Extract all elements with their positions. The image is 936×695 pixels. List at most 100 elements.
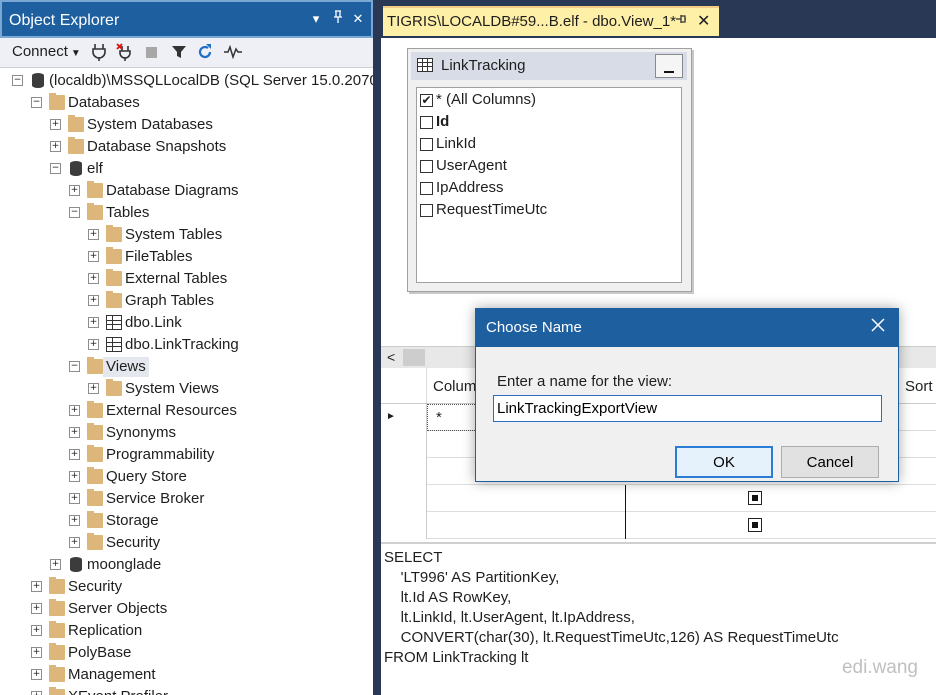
expand-icon[interactable]: + [50,559,61,570]
disconnect-icon[interactable] [114,41,136,63]
filter-icon[interactable] [168,41,190,63]
table-name: LinkTracking [441,57,526,74]
expand-icon[interactable]: + [50,119,61,130]
tab-view-designer[interactable]: TIGRIS\LOCALDB#59...B.elf - dbo.View_1* … [383,6,719,36]
object-explorer-toolbar: Connect ▼ [0,38,373,68]
ok-button[interactable]: OK [675,446,773,478]
row-selector[interactable] [381,512,427,539]
column-checkbox[interactable] [420,160,433,173]
column-checkbox[interactable]: ✔ [420,94,433,107]
refresh-icon[interactable] [194,41,216,63]
column-name: UserAgent [436,157,507,174]
column-checkbox[interactable] [420,182,433,195]
expand-icon[interactable]: + [88,251,99,262]
scroll-thumb[interactable] [403,349,425,366]
column-checkbox[interactable] [420,116,433,129]
tree-node-label: FileTables [125,248,193,265]
dialog-close-icon[interactable] [868,315,888,338]
folder-icon [87,533,103,550]
tree-node-label: System Tables [125,226,223,243]
row-selector[interactable]: ► [381,404,427,431]
grid-row[interactable] [381,512,936,539]
expand-icon[interactable]: + [69,185,80,196]
object-explorer: Object Explorer ▾ ✕ Connect ▼ − (localdb)\… [0,0,373,695]
column-checkbox[interactable] [420,204,433,217]
output-checkbox[interactable] [748,491,762,505]
collapse-icon[interactable]: − [12,75,23,86]
expand-icon[interactable]: + [88,383,99,394]
tab-close-icon[interactable]: ✕ [697,11,710,31]
pin-icon[interactable] [330,10,346,28]
collapse-icon[interactable]: − [31,97,42,108]
expand-icon[interactable]: + [88,273,99,284]
column-name: Id [436,113,450,130]
stop-icon[interactable] [140,41,162,63]
tab-pin-icon[interactable] [675,13,687,28]
database-icon [70,557,82,572]
expand-icon[interactable]: + [69,427,80,438]
grid-row[interactable] [381,485,936,512]
folder-icon [49,93,65,110]
tree-node-label: Database Diagrams [106,182,239,199]
minimize-button[interactable] [655,54,683,78]
view-name-input[interactable] [493,395,882,422]
connect-button[interactable]: Connect ▼ [12,43,81,60]
table-icon [106,337,122,352]
activity-monitor-icon[interactable] [222,41,244,63]
tree-node-label: Replication [68,622,143,639]
folder-icon [87,445,103,462]
table-header[interactable]: LinkTracking [411,52,687,80]
connect-label: Connect [12,43,68,60]
tree-node-label: Storage [106,512,159,529]
expand-icon[interactable]: + [50,141,61,152]
expand-icon[interactable]: + [31,647,42,658]
tree-node-label: XEvent Profiler [68,687,168,695]
expand-icon[interactable]: + [31,625,42,636]
output-checkbox[interactable] [748,518,762,532]
grid-header-sort[interactable]: Sort [899,368,936,404]
cancel-button[interactable]: Cancel [781,446,879,478]
row-selector[interactable] [381,458,427,485]
column-checkbox[interactable] [420,138,433,151]
expand-icon[interactable]: + [69,493,80,504]
expand-icon[interactable]: + [69,405,80,416]
column-name: IpAddress [436,179,504,196]
expand-icon[interactable]: + [88,295,99,306]
sql-line: lt.Id AS RowKey, [384,589,512,606]
collapse-icon[interactable]: − [69,361,80,372]
expand-icon[interactable]: + [88,339,99,350]
expand-icon[interactable]: + [31,581,42,592]
tree-node-label: Server Objects [68,600,168,617]
column-list: ✔ * (All Columns) Id LinkId UserAgent IpAddre… [416,87,682,283]
folder-icon [49,621,65,638]
row-selector[interactable] [381,431,427,458]
expand-icon[interactable]: + [88,229,99,240]
expand-icon[interactable]: + [69,515,80,526]
sql-line: lt.LinkId, lt.UserAgent, lt.IpAddress, [384,609,635,626]
expand-icon[interactable]: + [31,669,42,680]
table-linktracking[interactable]: LinkTracking ✔ * (All Columns) Id LinkId Use… [407,48,692,292]
connect-plug-icon[interactable] [88,41,110,63]
row-selector[interactable] [381,485,427,512]
tree-node-label: External Resources [106,402,237,419]
expand-icon[interactable]: + [69,449,80,460]
expand-icon[interactable]: + [69,471,80,482]
folder-icon [68,137,84,154]
tree-node-label: External Tables [125,270,228,287]
diagram-pane: LinkTracking ✔ * (All Columns) Id LinkId Use… [381,38,936,346]
splitter[interactable] [373,0,381,695]
expand-icon[interactable]: + [69,537,80,548]
window-position-icon[interactable]: ▾ [308,10,324,28]
grid-header-column-label: Colum [433,378,477,395]
expand-icon[interactable]: + [31,603,42,614]
expand-icon[interactable]: + [31,691,42,695]
close-icon[interactable]: ✕ [350,10,366,28]
tree-node-label: Synonyms [106,424,177,441]
expand-icon[interactable]: + [88,317,99,328]
collapse-icon[interactable]: − [50,163,61,174]
folder-icon [87,467,103,484]
grid-cell-column-value: * [436,409,442,426]
scroll-left-icon[interactable]: < [387,349,395,365]
collapse-icon[interactable]: − [69,207,80,218]
tree-node-label: Query Store [106,468,187,485]
